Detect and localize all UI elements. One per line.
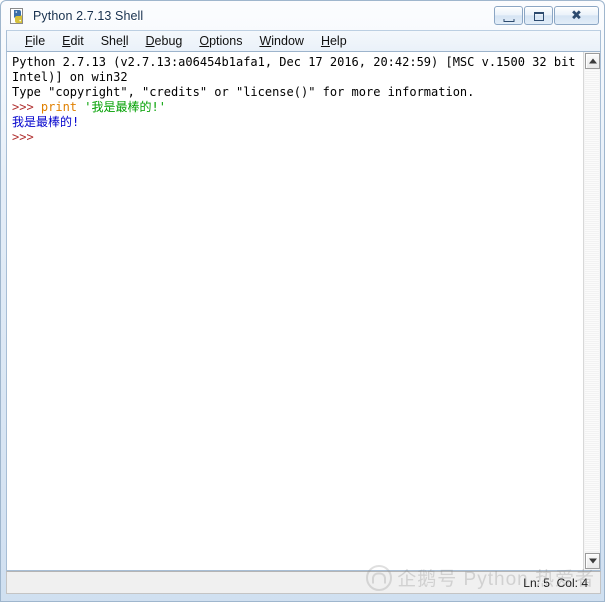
menu-item-help[interactable]: Help: [313, 33, 356, 49]
menu-item-debug[interactable]: Debug: [138, 33, 192, 49]
maximize-button[interactable]: [524, 6, 553, 25]
python-idle-icon: [10, 7, 27, 25]
window-title: Python 2.7.13 Shell: [33, 9, 144, 23]
console-line: Intel)] on win32: [12, 70, 128, 84]
title-bar[interactable]: Python 2.7.13 Shell ✖: [2, 2, 603, 30]
close-icon: ✖: [571, 8, 582, 23]
caption-buttons: ✖: [494, 6, 599, 25]
console-input-line: >>> print '我是最棒的!': [12, 100, 583, 115]
shell-text-area[interactable]: Python 2.7.13 (v2.7.13:a06454b1afa1, Dec…: [6, 51, 601, 571]
scroll-down-icon: [588, 558, 597, 564]
vertical-scrollbar[interactable]: [583, 52, 600, 570]
menu-bar: File Edit Shell Debug Options Window Hel…: [6, 30, 601, 51]
menu-item-window[interactable]: Window: [251, 33, 312, 49]
menu-item-shell[interactable]: Shell: [93, 33, 138, 49]
console-line: Type "copyright", "credits" or "license(…: [12, 85, 475, 99]
minimize-icon: [503, 19, 514, 22]
console-prompt-line: >>>: [12, 130, 34, 144]
minimize-button[interactable]: [494, 6, 523, 25]
close-button[interactable]: ✖: [554, 6, 599, 25]
menu-item-edit[interactable]: Edit: [54, 33, 93, 49]
menu-item-options[interactable]: Options: [191, 33, 251, 49]
console-output-line: 我是最棒的!: [12, 115, 80, 129]
cursor-position-status: Ln: 5 Col: 4: [523, 575, 588, 590]
python-shell-window: Python 2.7.13 Shell ✖ File Edit Shell De…: [0, 0, 605, 602]
menu-item-file[interactable]: File: [17, 33, 54, 49]
prompt-token: >>>: [12, 100, 41, 114]
string-token: '我是最棒的!': [84, 100, 166, 114]
status-bar: Ln: 5 Col: 4: [6, 571, 601, 594]
scrollbar-track[interactable]: [585, 70, 599, 552]
scrollbar-up-button[interactable]: [585, 53, 600, 69]
scroll-up-icon: [588, 58, 597, 64]
maximize-icon: [533, 12, 544, 21]
keyword-token: print: [40, 100, 78, 114]
scrollbar-down-button[interactable]: [585, 553, 600, 569]
console-output[interactable]: Python 2.7.13 (v2.7.13:a06454b1afa1, Dec…: [7, 52, 583, 570]
console-line: Python 2.7.13 (v2.7.13:a06454b1afa1, Dec…: [12, 55, 583, 69]
